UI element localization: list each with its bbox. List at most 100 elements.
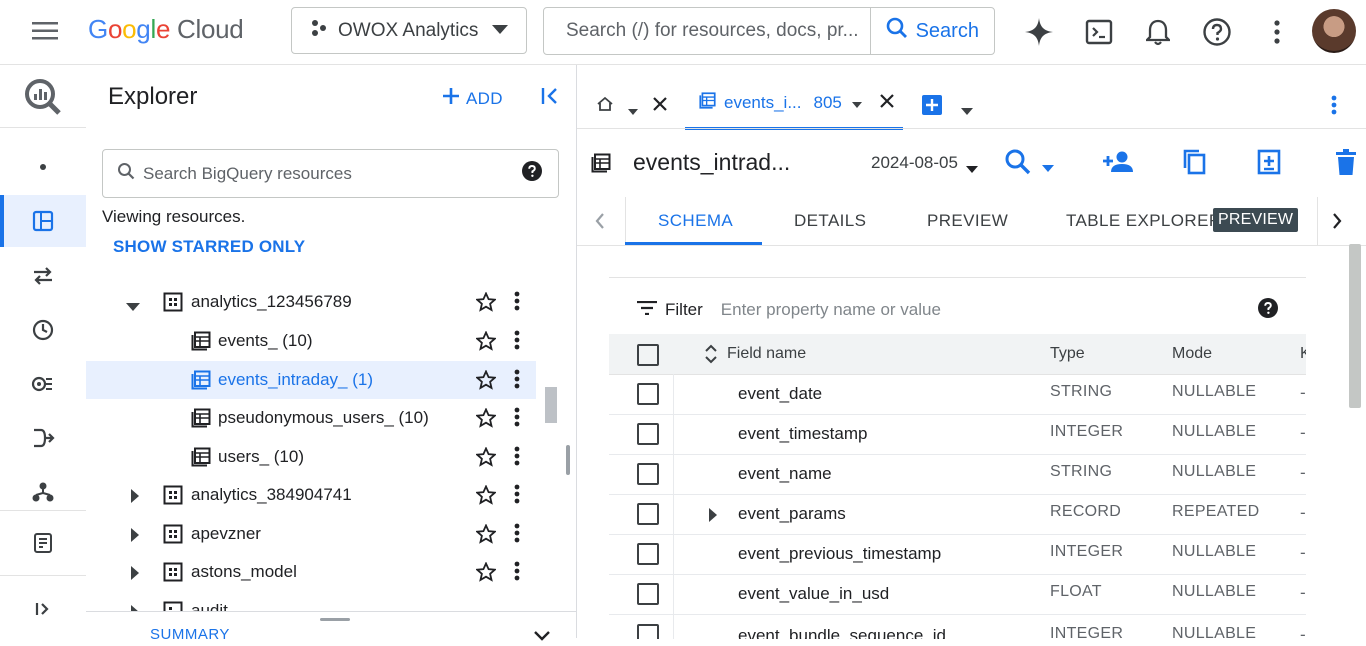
menu-icon[interactable] — [28, 16, 62, 46]
collapse-panel-icon[interactable] — [539, 85, 561, 112]
tree-item-dataset[interactable]: audit — [86, 592, 536, 612]
schema-row-expandable[interactable]: event_params RECORD REPEATED - — [609, 494, 1306, 535]
expand-icon[interactable] — [0, 583, 86, 635]
caret-down-icon[interactable] — [1042, 159, 1054, 177]
dot-icon[interactable] — [0, 141, 86, 193]
row-checkbox[interactable] — [637, 624, 659, 639]
more-vert-icon[interactable] — [514, 523, 520, 548]
more-vert-icon[interactable] — [1331, 95, 1337, 120]
star-icon[interactable] — [474, 330, 498, 356]
summary-tab[interactable]: SUMMARY — [150, 626, 230, 643]
star-icon[interactable] — [474, 291, 498, 317]
notifications-icon[interactable] — [1141, 15, 1175, 49]
tree-item-dataset[interactable]: analytics_123456789 — [86, 283, 536, 321]
schema-row[interactable]: event_value_in_usd FLOAT NULLABLE - — [609, 574, 1306, 615]
tree-item-dataset[interactable]: astons_model — [86, 553, 536, 591]
tree-item-table[interactable]: events_ (10) — [86, 322, 536, 360]
share-person-add-icon[interactable] — [1102, 150, 1134, 179]
delete-icon[interactable] — [1334, 149, 1358, 180]
cloud-shell-icon[interactable] — [1082, 15, 1116, 49]
release-notes-icon[interactable] — [0, 517, 86, 569]
more-vert-icon[interactable] — [514, 446, 520, 471]
tab-details[interactable]: DETAILS — [794, 211, 866, 231]
more-vert-icon[interactable] — [514, 369, 520, 394]
bigquery-logo-icon[interactable] — [0, 71, 86, 123]
more-vert-icon[interactable] — [514, 291, 520, 316]
chevron-left-icon[interactable] — [595, 213, 605, 234]
row-checkbox[interactable] — [637, 503, 659, 525]
sort-icon[interactable] — [704, 343, 718, 370]
new-query-icon[interactable] — [921, 94, 943, 121]
more-vert-icon[interactable] — [514, 330, 520, 355]
help-icon[interactable] — [522, 161, 542, 186]
tree-item-dataset[interactable]: apevzner — [86, 515, 536, 553]
chevron-down-icon[interactable] — [534, 628, 550, 646]
row-checkbox[interactable] — [637, 423, 659, 445]
star-icon[interactable] — [474, 523, 498, 549]
main-scrollbar[interactable] — [1349, 244, 1361, 408]
expand-arrow-down-icon[interactable] — [126, 297, 140, 317]
caret-down-icon[interactable] — [851, 93, 862, 113]
column-field-name[interactable]: Field name — [727, 345, 806, 363]
row-checkbox[interactable] — [637, 543, 659, 565]
copy-icon[interactable] — [1182, 149, 1206, 180]
project-picker[interactable]: OWOX Analytics — [291, 7, 527, 54]
schema-row[interactable]: event_name STRING NULLABLE - — [609, 454, 1306, 495]
row-checkbox[interactable] — [637, 583, 659, 605]
more-vert-icon[interactable] — [514, 407, 520, 432]
star-icon[interactable] — [474, 446, 498, 472]
more-vert-icon[interactable] — [514, 484, 520, 509]
studio-icon[interactable] — [0, 195, 86, 247]
tree-item-table-selected[interactable]: events_intraday_ (1) — [86, 361, 536, 399]
expand-arrow-right-icon[interactable] — [131, 565, 140, 585]
expand-arrow-right-icon[interactable] — [709, 507, 718, 527]
more-vert-icon[interactable] — [1262, 15, 1292, 49]
tree-item-table[interactable]: users_ (10) — [86, 438, 536, 476]
tree-scrollbar[interactable] — [545, 387, 557, 423]
help-icon[interactable] — [1258, 297, 1278, 323]
avatar[interactable] — [1312, 9, 1356, 53]
caret-down-icon[interactable] — [966, 160, 978, 178]
dataform-icon[interactable] — [0, 412, 86, 464]
google-cloud-logo[interactable]: Google Cloud — [88, 14, 244, 45]
schema-row[interactable]: event_timestamp INTEGER NULLABLE - — [609, 414, 1306, 455]
global-search[interactable]: Search (/) for resources, docs, pr... Se… — [543, 7, 995, 55]
snapshot-icon[interactable] — [1257, 149, 1281, 180]
caret-down-icon[interactable] — [628, 102, 638, 120]
star-icon[interactable] — [474, 407, 498, 433]
search-input[interactable]: Search (/) for resources, docs, pr... — [544, 20, 870, 42]
analytics-hub-icon[interactable] — [0, 358, 86, 410]
tab-table-explorer[interactable]: TABLE EXPLORER — [1066, 211, 1222, 231]
star-icon[interactable] — [474, 369, 498, 395]
help-icon[interactable] — [1200, 15, 1234, 49]
expand-arrow-right-icon[interactable] — [131, 488, 140, 508]
query-search-icon[interactable] — [1005, 149, 1031, 180]
add-button[interactable]: ADD — [442, 87, 503, 110]
row-checkbox[interactable] — [637, 463, 659, 485]
star-icon[interactable] — [474, 484, 498, 510]
tab-schema[interactable]: SCHEMA — [658, 211, 733, 231]
filter-input[interactable]: Enter property name or value — [721, 300, 941, 320]
explorer-search[interactable]: Search BigQuery resources — [102, 149, 559, 198]
schema-row[interactable]: event_previous_timestamp INTEGER NULLABL… — [609, 534, 1306, 575]
more-vert-icon[interactable] — [514, 561, 520, 586]
explorer-search-input[interactable]: Search BigQuery resources — [143, 164, 352, 184]
data-transfers-icon[interactable] — [0, 250, 86, 302]
schema-row[interactable]: event_date STRING NULLABLE - — [609, 374, 1306, 415]
drawer-handle[interactable] — [320, 618, 350, 621]
chevron-right-icon[interactable] — [1332, 213, 1342, 234]
caret-down-icon[interactable] — [961, 102, 973, 120]
close-icon[interactable] — [880, 93, 894, 113]
panel-resize-handle[interactable] — [566, 445, 570, 475]
home-icon[interactable] — [597, 96, 613, 117]
tree-item-table[interactable]: pseudonymous_users_ (10) — [86, 399, 536, 437]
tree-item-dataset[interactable]: analytics_384904741 — [86, 476, 536, 514]
tab-events-intraday[interactable]: events_i... 805 — [685, 79, 903, 130]
schema-row[interactable]: event_bundle_sequence_id INTEGER NULLABL… — [609, 614, 1306, 639]
gemini-sparkle-icon[interactable] — [1022, 15, 1056, 49]
select-all-checkbox[interactable] — [637, 344, 659, 366]
expand-arrow-right-icon[interactable] — [131, 527, 140, 547]
star-icon[interactable] — [474, 561, 498, 587]
show-starred-only-link[interactable]: SHOW STARRED ONLY — [113, 237, 305, 257]
row-checkbox[interactable] — [637, 383, 659, 405]
